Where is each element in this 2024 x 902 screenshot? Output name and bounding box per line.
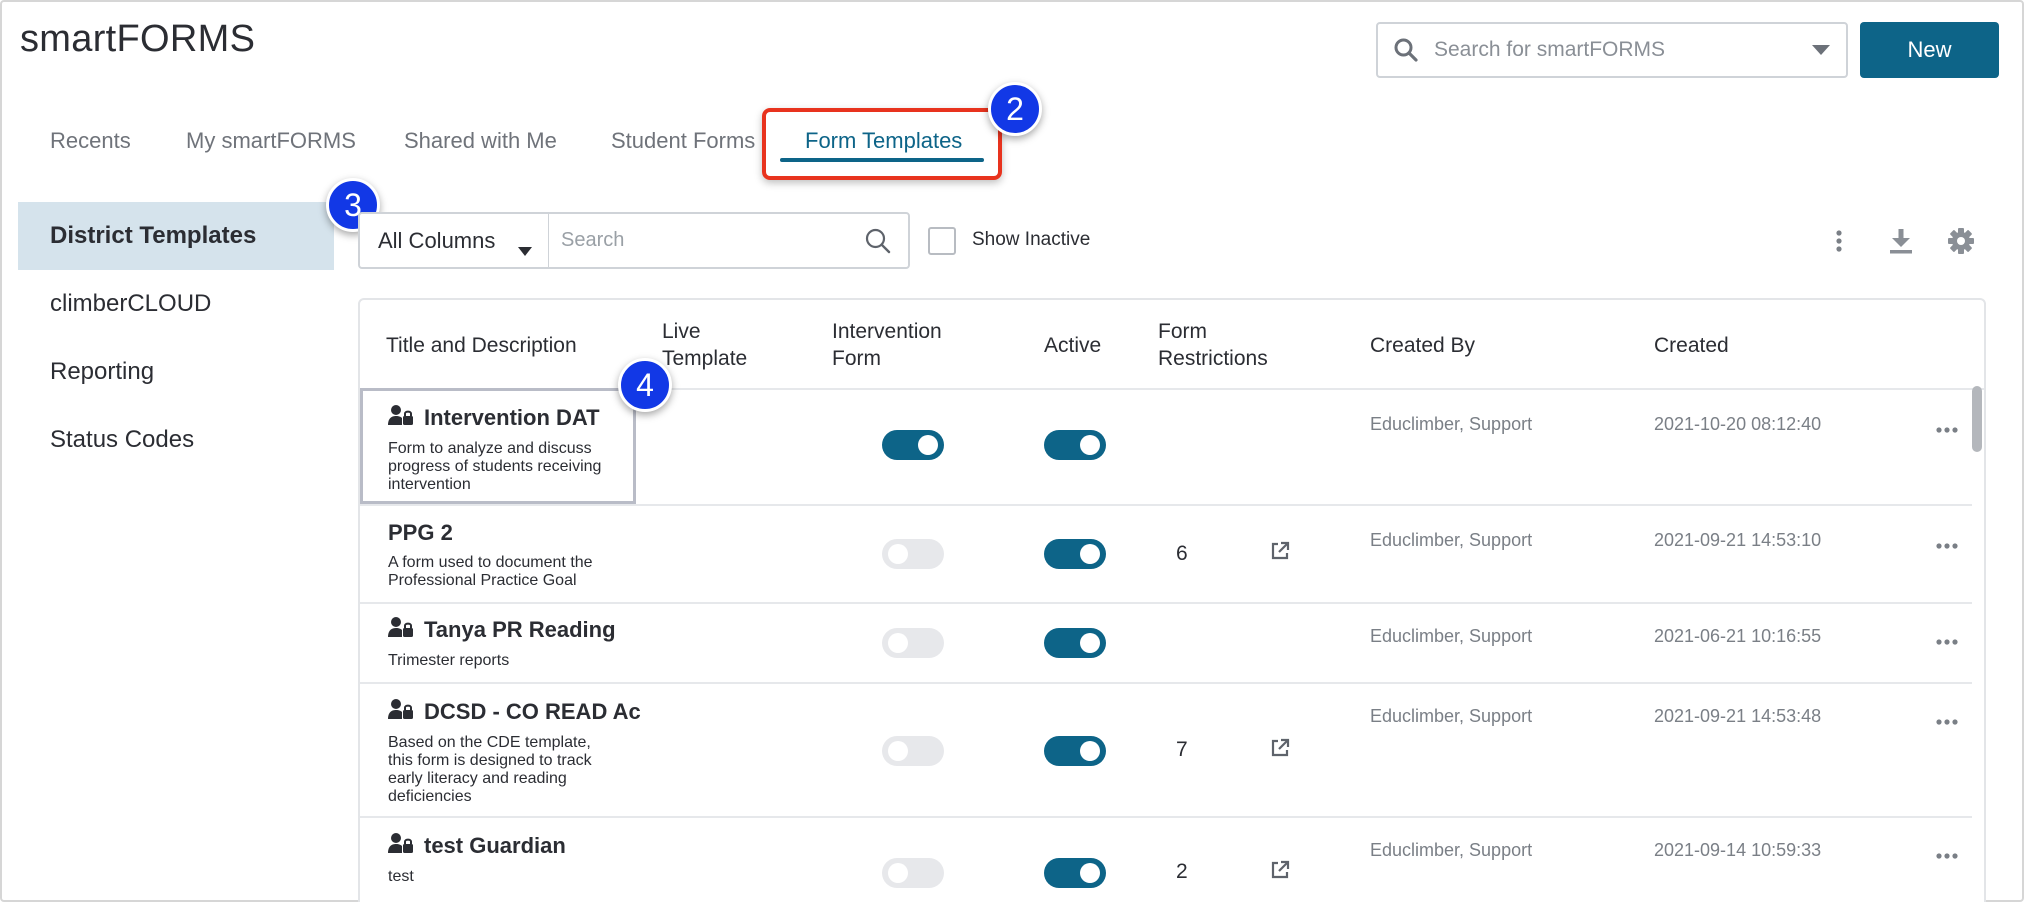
table-row[interactable]: DCSD - CO READ Ac Based on the CDE templ…: [360, 684, 1972, 818]
sidebar-item-district-templates[interactable]: District Templates: [18, 202, 334, 270]
header-live-line2: Template: [662, 347, 748, 370]
tab-student-forms[interactable]: Student Forms: [611, 128, 755, 154]
sidebar-item-climbercloud[interactable]: climberCLOUD: [18, 270, 334, 338]
table-scrollbar[interactable]: [1972, 386, 1982, 452]
header-intervention-form[interactable]: Intervention Form: [832, 318, 942, 372]
sidebar-item-reporting[interactable]: Reporting: [18, 338, 334, 406]
header-restrictions-line2: Restrictions: [1158, 347, 1268, 370]
active-toggle[interactable]: [1044, 628, 1106, 658]
gear-icon[interactable]: [1944, 224, 1978, 258]
external-link-icon[interactable]: [1270, 541, 1290, 566]
active-toggle[interactable]: [1044, 858, 1106, 888]
header-active[interactable]: Active: [1044, 332, 1101, 359]
callout-badge-4: 4: [618, 358, 672, 412]
row-restrictions-count: 2: [1176, 860, 1188, 883]
row-created-date: 2021-09-21 14:53:10: [1654, 530, 1822, 550]
tab-my-smartforms[interactable]: My smartFORMS: [186, 128, 356, 154]
row-description: Trimester reports: [388, 652, 510, 669]
new-button[interactable]: New: [1860, 22, 1999, 78]
row-restrictions-count: 7: [1176, 738, 1188, 761]
table-search-placeholder: Search: [561, 229, 625, 251]
row-title[interactable]: DCSD - CO READ Ac: [388, 698, 641, 726]
row-created-by: Educlimber, Support: [1370, 706, 1533, 726]
header-restrictions-line1: Form: [1158, 320, 1207, 343]
intervention-form-toggle[interactable]: [882, 430, 944, 460]
row-description: Based on the CDE template, this form is …: [388, 734, 592, 805]
active-toggle[interactable]: [1044, 539, 1106, 569]
column-filter-value: All Columns: [378, 227, 496, 253]
global-search-placeholder: Search for smartFORMS: [1434, 38, 1666, 61]
tab-recents[interactable]: Recents: [50, 128, 131, 154]
row-created-date: 2021-09-21 14:53:48: [1654, 706, 1822, 726]
row-title[interactable]: PPG 2: [388, 520, 453, 546]
chevron-down-icon: [518, 236, 532, 262]
selected-cell-highlight: [360, 388, 636, 504]
external-link-icon[interactable]: [1270, 860, 1290, 885]
intervention-form-toggle[interactable]: [882, 858, 944, 888]
more-horizontal-icon[interactable]: [1936, 632, 1958, 650]
show-inactive-checkbox[interactable]: [928, 227, 956, 255]
user-lock-icon: [388, 832, 414, 860]
row-description: test: [388, 868, 414, 885]
row-title-text: Tanya PR Reading: [424, 617, 616, 642]
intervention-form-toggle[interactable]: [882, 539, 944, 569]
tab-shared-with-me[interactable]: Shared with Me: [404, 128, 557, 154]
search-icon[interactable]: [864, 227, 892, 261]
header-form-restrictions[interactable]: Form Restrictions: [1158, 318, 1268, 372]
row-created-by: Educlimber, Support: [1370, 414, 1533, 434]
header-title-description[interactable]: Title and Description: [386, 332, 577, 359]
chevron-down-icon[interactable]: [1796, 45, 1846, 55]
row-description: A form used to document the Professional…: [388, 554, 593, 589]
intervention-form-toggle[interactable]: [882, 628, 944, 658]
row-title[interactable]: Tanya PR Reading: [388, 616, 616, 644]
row-created-date: 2021-10-20 08:12:40: [1654, 414, 1822, 434]
more-horizontal-icon[interactable]: [1936, 420, 1958, 438]
header-live-line1: Live: [662, 320, 701, 343]
row-title-text: PPG 2: [388, 520, 453, 545]
download-icon[interactable]: [1884, 224, 1918, 258]
header-created-by[interactable]: Created By: [1370, 332, 1475, 359]
header-created[interactable]: Created: [1654, 332, 1729, 359]
row-created-by: Educlimber, Support: [1370, 530, 1533, 550]
column-filter-select[interactable]: All Columns: [358, 212, 550, 269]
external-link-icon[interactable]: [1270, 738, 1290, 763]
callout-highlight-box: [762, 108, 1002, 180]
global-search-input[interactable]: Search for smartFORMS: [1376, 22, 1848, 78]
row-created-date: 2021-06-21 10:16:55: [1654, 626, 1822, 646]
row-created-by: Educlimber, Support: [1370, 626, 1533, 646]
more-horizontal-icon[interactable]: [1936, 536, 1958, 554]
more-vertical-icon[interactable]: [1822, 224, 1856, 258]
row-created-date: 2021-09-14 10:59:33: [1654, 840, 1822, 860]
table-search-input[interactable]: Search: [548, 212, 910, 269]
active-toggle[interactable]: [1044, 430, 1106, 460]
table-row[interactable]: test Guardian test 2 Educlimber, Support…: [360, 818, 1972, 902]
table-row[interactable]: PPG 2 A form used to document the Profes…: [360, 506, 1972, 604]
callout-badge-2: 2: [988, 82, 1042, 136]
show-inactive-label: Show Inactive: [972, 229, 1091, 250]
row-title-text: test Guardian: [424, 833, 566, 858]
search-icon: [1378, 24, 1434, 76]
intervention-form-toggle[interactable]: [882, 736, 944, 766]
more-horizontal-icon[interactable]: [1936, 712, 1958, 730]
active-toggle[interactable]: [1044, 736, 1106, 766]
sidebar: District Templates climberCLOUD Reportin…: [18, 202, 334, 474]
table-row[interactable]: Tanya PR Reading Trimester reports Educl…: [360, 604, 1972, 684]
user-lock-icon: [388, 616, 414, 644]
more-horizontal-icon[interactable]: [1936, 846, 1958, 864]
row-title-text: DCSD - CO READ Ac: [424, 699, 641, 724]
row-restrictions-count: 6: [1176, 542, 1188, 565]
row-created-by: Educlimber, Support: [1370, 840, 1533, 860]
user-lock-icon: [388, 698, 414, 726]
header-intervention-line1: Intervention: [832, 320, 942, 343]
header-live-template[interactable]: Live Template: [662, 318, 747, 372]
app-title: smartFORMS: [20, 18, 256, 60]
header-intervention-line2: Form: [832, 347, 881, 370]
row-title[interactable]: test Guardian: [388, 832, 566, 860]
sidebar-item-status-codes[interactable]: Status Codes: [18, 406, 334, 474]
